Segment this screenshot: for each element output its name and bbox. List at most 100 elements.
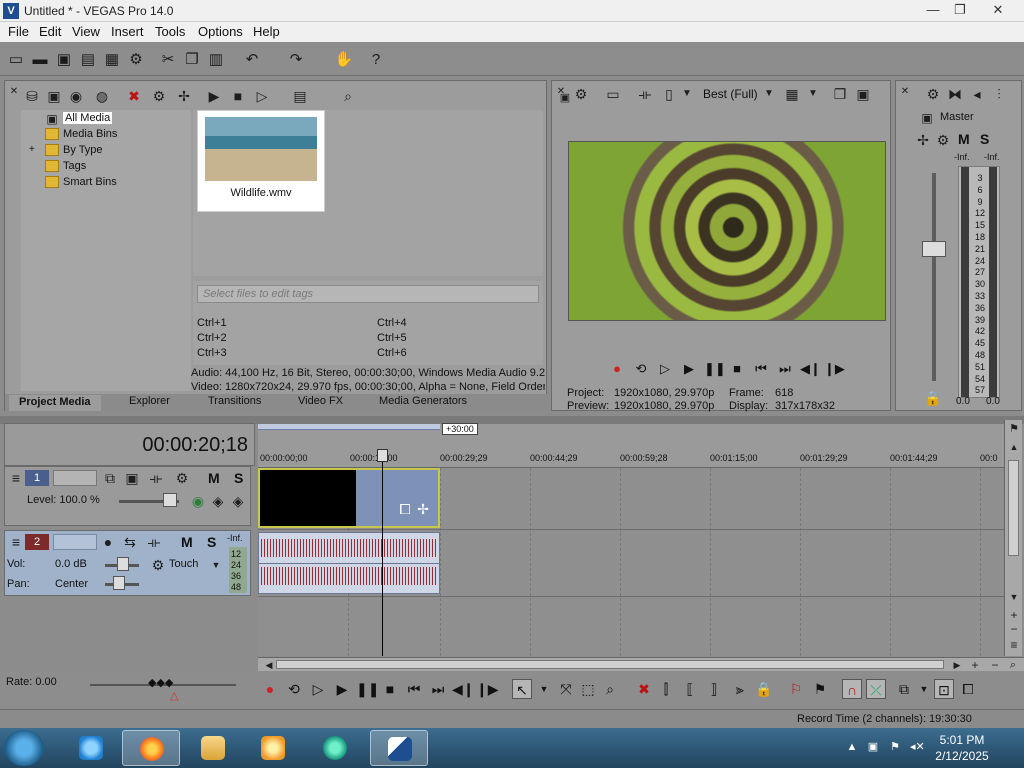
chevron-down-icon[interactable]: ▼ [804, 85, 822, 103]
dim-output-icon[interactable]: ◂ [968, 85, 986, 103]
chevron-down-icon[interactable]: ▼ [760, 85, 778, 103]
track-name-field[interactable] [53, 470, 97, 486]
pause-icon[interactable]: ❚❚ [356, 679, 379, 699]
marker-icon[interactable]: ⚐ [786, 679, 806, 699]
horizontal-scroll-thumb[interactable] [276, 660, 944, 669]
selection-tool-icon[interactable]: ⬚ [578, 679, 598, 699]
copy-snapshot-icon[interactable]: ❐ [831, 85, 849, 103]
menu-options[interactable]: Options [198, 24, 243, 39]
external-monitor-icon[interactable]: ▭ [604, 85, 622, 103]
undo-icon[interactable]: ↶ [242, 50, 262, 70]
stop-icon[interactable]: ■ [728, 360, 746, 378]
trim-end-icon[interactable]: ⟧ [704, 679, 724, 699]
tree-item-tags[interactable]: Tags [63, 160, 86, 172]
lock-icon[interactable]: 🔒 [754, 679, 774, 699]
remove-icon[interactable]: ✖ [125, 87, 143, 105]
menu-insert[interactable]: Insert [111, 24, 144, 39]
vertical-scroll-thumb[interactable] [1008, 460, 1019, 556]
taskbar-app[interactable] [306, 730, 364, 766]
downmix-icon[interactable]: ⧓ [946, 85, 964, 103]
track1-mute-button[interactable]: M [208, 470, 220, 486]
play-from-start-icon[interactable]: ▷ [308, 679, 328, 699]
import-media-icon[interactable]: ⛁ [23, 87, 41, 105]
scroll-up-icon[interactable]: ▲ [1005, 438, 1023, 456]
video-track-header[interactable]: ≡ 1 ⧉ ▣ ⟛ ⚙ M S Level: 100.0 % ◉ ◈ ◈ [4, 466, 251, 526]
go-to-end-icon[interactable]: ⏭ [776, 360, 794, 378]
compositing-mode-icon[interactable]: ⧉ [101, 469, 119, 487]
generated-media-icon[interactable]: ◉ [189, 492, 207, 510]
capture-icon[interactable]: ▣ [45, 87, 63, 105]
cut-icon[interactable]: ✂ [158, 50, 178, 70]
video-event[interactable]: ⧠ ✢ [258, 468, 440, 528]
search-icon[interactable]: ⌕ [339, 87, 357, 105]
track-fx-icon[interactable]: ⟛ [147, 469, 165, 487]
vertical-scrollbar[interactable]: ⚑ ▲ ▼ + − ≡ [1004, 420, 1022, 656]
tag-input[interactable]: Select files to edit tags [197, 285, 539, 303]
tab-explorer[interactable]: Explorer [129, 395, 170, 407]
trim-icon[interactable]: ⫿ [656, 679, 676, 699]
tab-media-generators[interactable]: Media Generators [379, 395, 467, 407]
go-to-start-icon[interactable]: ⏮ [404, 679, 424, 699]
go-to-start-icon[interactable]: ⏮ [752, 360, 770, 378]
menu-edit[interactable]: Edit [39, 24, 61, 39]
trim-start-icon[interactable]: ⟦ [680, 679, 700, 699]
envelope-tool-icon[interactable]: ⤧ [556, 679, 576, 699]
automation-mode[interactable]: Touch [169, 558, 198, 570]
copy-icon[interactable]: ❐ [182, 50, 202, 70]
close-panel-icon[interactable]: ✕ [5, 83, 23, 101]
normal-edit-tool-icon[interactable]: ↖ [512, 679, 532, 699]
properties-icon[interactable]: ⚙ [126, 50, 146, 70]
prev-frame-icon[interactable]: ◀❙ [800, 360, 821, 378]
windows-start-icon[interactable] [4, 730, 44, 766]
split-screen-icon[interactable]: ⟛ [636, 85, 654, 103]
open-icon[interactable]: ▬ [30, 50, 50, 70]
play-from-start-icon[interactable]: ▷ [656, 360, 674, 378]
tree-item-media-bins[interactable]: Media Bins [63, 128, 117, 140]
arm-record-icon[interactable]: ● [99, 533, 117, 551]
paste-icon[interactable]: ▥ [206, 50, 226, 70]
zoom-tool-icon[interactable]: ⌕ [600, 679, 620, 699]
flag-icon[interactable]: ⚑ [888, 740, 902, 754]
track-menu-icon[interactable]: ≡ [7, 469, 25, 487]
chevron-down-icon[interactable]: ▼ [914, 679, 934, 699]
close-panel-icon[interactable]: ✕ [896, 83, 914, 101]
chevron-down-icon[interactable]: ▼ [678, 85, 696, 103]
tree-item-smart-bins[interactable]: Smart Bins [63, 176, 117, 188]
loop-region[interactable] [258, 424, 440, 430]
plugin-icon[interactable]: ✢ [914, 131, 932, 149]
master-fader-track[interactable] [932, 173, 936, 381]
track-name-field[interactable] [53, 534, 97, 550]
globe-icon[interactable]: ◍ [93, 87, 111, 105]
go-to-end-icon[interactable]: ⏭ [428, 679, 448, 699]
media-fx-icon[interactable]: ⚙ [150, 87, 168, 105]
next-frame-icon[interactable]: ❙▶ [476, 679, 499, 699]
vol-slider-knob[interactable] [117, 557, 129, 571]
track-menu-icon[interactable]: ≡ [7, 533, 25, 551]
tab-project-media[interactable]: Project Media [9, 395, 101, 411]
prev-frame-icon[interactable]: ◀❙ [452, 679, 475, 699]
gear-icon[interactable]: ⚙ [572, 85, 590, 103]
menu-help[interactable]: Help [253, 24, 280, 39]
split-icon[interactable]: ⫸ [730, 679, 750, 699]
network-icon[interactable]: ▣ [866, 740, 880, 754]
save-snapshot-icon[interactable]: ▣ [854, 85, 872, 103]
volume-muted-icon[interactable]: ◂✕ [910, 740, 925, 754]
play-icon[interactable]: ▶ [205, 87, 223, 105]
track-motion-icon[interactable]: ◈ [209, 492, 227, 510]
menu-file[interactable]: File [8, 24, 29, 39]
event-pan-crop-icon[interactable]: ⧠ [958, 679, 978, 699]
gear-icon[interactable]: ⚙ [924, 85, 942, 103]
taskbar-media-player[interactable] [244, 730, 302, 766]
maximize-button[interactable]: ❐ [943, 0, 977, 20]
timeline-tracks[interactable]: ⧠ ✢ [258, 468, 1004, 656]
record-icon[interactable]: ● [608, 360, 626, 378]
chevron-down-icon[interactable]: ▼ [534, 679, 554, 699]
loop-icon[interactable]: ⟲ [284, 679, 304, 699]
render-icon[interactable]: ▦ [102, 50, 122, 70]
play-icon[interactable]: ▶ [332, 679, 352, 699]
menu-tools[interactable]: Tools [155, 24, 185, 39]
stop-icon[interactable]: ■ [229, 87, 247, 105]
rate-slider-knob[interactable]: ◆◆◆ [148, 676, 173, 689]
zoom-fit-icon[interactable]: ≡ [1005, 636, 1023, 654]
region-icon[interactable]: ⚑ [810, 679, 830, 699]
